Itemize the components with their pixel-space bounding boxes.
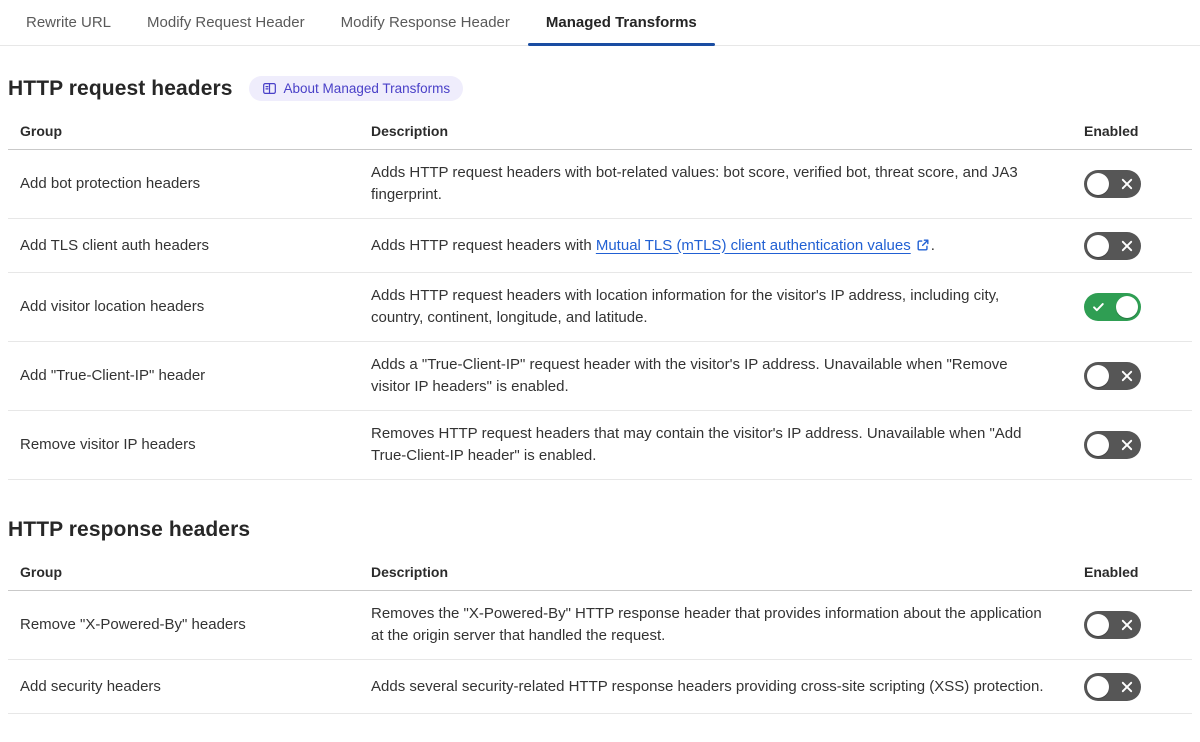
tab-modify-response-header[interactable]: Modify Response Header	[323, 0, 528, 45]
column-header-group: Group	[20, 564, 62, 580]
section-title-request-headers: HTTP request headers	[8, 76, 233, 100]
request-headers-table: Group Description Enabled Add bot protec…	[8, 111, 1192, 480]
toggle-remove-visitor-ip-headers[interactable]	[1084, 431, 1141, 459]
row-description: Adds HTTP request headers with location …	[371, 287, 1000, 326]
group-name: Add visitor location headers	[20, 298, 205, 315]
check-icon	[1092, 301, 1105, 314]
enabled-cell	[1062, 611, 1192, 639]
toggle-add-visitor-location-headers[interactable]	[1084, 293, 1141, 321]
row-description: Adds a "True-Client-IP" request header w…	[371, 356, 1008, 395]
table-row: Remove "X-Powered-By" headers Removes the…	[8, 591, 1192, 660]
description-link[interactable]: Mutual TLS (mTLS) client authentication …	[596, 237, 911, 254]
tab-bar: Rewrite URL Modify Request Header Modify…	[0, 0, 1200, 46]
table-row: Add bot protection headers Adds HTTP requ…	[8, 150, 1192, 219]
tab-rewrite-url[interactable]: Rewrite URL	[8, 0, 129, 45]
response-headers-table: Group Description Enabled Remove "X-Powe…	[8, 552, 1192, 714]
column-header-group: Group	[20, 123, 62, 139]
x-icon	[1121, 439, 1133, 451]
column-header-description: Description	[371, 123, 449, 139]
x-icon	[1121, 619, 1133, 631]
x-icon	[1121, 370, 1133, 382]
tab-modify-request-header[interactable]: Modify Request Header	[129, 0, 323, 45]
row-description: Adds HTTP request headers with Mutual TL…	[371, 236, 935, 254]
toggle-add-tls-client-auth-headers[interactable]	[1084, 231, 1141, 260]
group-name: Add security headers	[20, 677, 161, 695]
row-description: Adds HTTP request headers with bot-relat…	[371, 164, 1018, 203]
toggle-add-true-client-ip-header[interactable]	[1084, 362, 1141, 390]
group-name: Remove visitor IP headers	[20, 436, 196, 453]
tab-managed-transforms[interactable]: Managed Transforms	[527, 0, 715, 46]
toggle-add-security-headers[interactable]	[1084, 672, 1141, 701]
table-row: Add visitor location headers Adds HTTP re…	[8, 273, 1192, 342]
row-description: Removes the "X-Powered-By" HTTP response…	[371, 605, 1042, 644]
toggle-knob	[1087, 365, 1109, 387]
enabled-cell	[1062, 293, 1192, 321]
enabled-cell	[1062, 362, 1192, 390]
toggle-knob	[1087, 173, 1109, 195]
table-row: Remove visitor IP headers Removes HTTP re…	[8, 411, 1192, 480]
request-headers-rows: Add bot protection headers Adds HTTP requ…	[8, 150, 1192, 480]
toggle-add-bot-protection-headers[interactable]	[1084, 170, 1141, 198]
table-header-row: Group Description Enabled	[8, 111, 1192, 150]
x-icon	[1121, 681, 1133, 693]
toggle-remove-x-powered-by-headers[interactable]	[1084, 611, 1141, 639]
toggle-knob	[1087, 234, 1109, 257]
external-link-icon[interactable]	[911, 237, 931, 254]
group-name: Add "True-Client-IP" header	[20, 367, 206, 384]
response-headers-rows: Remove "X-Powered-By" headers Removes the…	[8, 591, 1192, 714]
table-row: Add "True-Client-IP" header Adds a "True-…	[8, 342, 1192, 411]
column-header-enabled: Enabled	[1084, 123, 1139, 139]
x-icon	[1121, 178, 1133, 190]
column-header-description: Description	[371, 564, 449, 580]
enabled-cell	[1062, 431, 1192, 459]
about-managed-transforms-link[interactable]: About Managed Transforms	[248, 76, 464, 101]
row-description: Removes HTTP request headers that may co…	[371, 425, 1022, 464]
toggle-knob	[1087, 614, 1109, 636]
section-title-response-headers: HTTP response headers	[8, 518, 251, 541]
group-name: Remove "X-Powered-By" headers	[20, 616, 246, 633]
response-headers-section: HTTP response headers Group Description …	[0, 518, 1200, 714]
table-row: Add security headers Adds several securit…	[8, 660, 1192, 714]
toggle-knob	[1087, 434, 1109, 456]
table-header-row: Group Description Enabled	[8, 552, 1192, 591]
x-icon	[1121, 240, 1133, 252]
enabled-cell	[1062, 231, 1192, 260]
enabled-cell	[1062, 170, 1192, 198]
table-row: Add TLS client auth headers Adds HTTP req…	[8, 219, 1192, 273]
column-header-enabled: Enabled	[1084, 564, 1139, 580]
toggle-knob	[1116, 296, 1138, 318]
badge-label: About Managed Transforms	[283, 80, 451, 96]
group-name: Add bot protection headers	[20, 175, 201, 192]
toggle-knob	[1087, 675, 1109, 698]
request-headers-section: HTTP request headers About Managed Trans…	[0, 76, 1200, 480]
enabled-cell	[1062, 672, 1192, 701]
book-icon	[262, 81, 277, 96]
group-name: Add TLS client auth headers	[20, 236, 210, 254]
row-description: Adds several security-related HTTP respo…	[371, 677, 1044, 695]
